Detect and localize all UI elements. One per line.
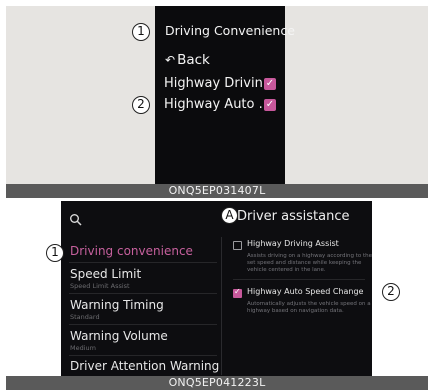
page-title: Driving Convenience xyxy=(165,23,295,38)
menu-item-highway-auto-speed[interactable]: Highway Auto ... ✓ xyxy=(155,95,285,115)
menu-item-label: Highway Auto ... xyxy=(164,97,264,112)
sidebar-item-value: Standard xyxy=(70,313,100,321)
option-description: Assists driving on a highway according t… xyxy=(247,253,372,273)
option-highway-auto-speed-change[interactable]: Highway Auto Speed Change Automatically … xyxy=(233,287,371,317)
option-description: Automatically adjusts the vehicle speed … xyxy=(247,301,371,314)
back-label: Back xyxy=(177,52,210,68)
sidebar-item-label: Speed Limit xyxy=(70,267,142,281)
checkbox-checked[interactable] xyxy=(233,287,242,298)
search-icon[interactable] xyxy=(69,213,83,227)
sidebar-item-value: Medium xyxy=(70,344,96,352)
callout-1: 1 xyxy=(46,244,64,262)
sidebar-item-driving-convenience[interactable]: Driving convenience xyxy=(70,244,193,258)
divider xyxy=(69,355,217,356)
divider xyxy=(69,324,217,325)
callout-2: 2 xyxy=(382,283,400,301)
callout-1: 1 xyxy=(132,23,150,41)
divider xyxy=(233,279,365,280)
option-label: Highway Driving Assist xyxy=(247,239,339,248)
sidebar-item-driver-attention-warning[interactable]: Driver Attention Warning xyxy=(70,359,219,373)
option-highway-driving-assist[interactable]: Highway Driving Assist Assists driving o… xyxy=(233,239,372,273)
checkbox-checked-icon[interactable]: ✓ xyxy=(264,78,276,90)
callout-a: A xyxy=(221,207,238,224)
figure-caption: ONQ5EP041223L xyxy=(6,376,428,390)
checkbox-checked-icon[interactable]: ✓ xyxy=(264,99,276,111)
sidebar-item-label: Warning Timing xyxy=(70,298,164,312)
menu-item-label: Highway Drivin... xyxy=(164,76,264,91)
callout-2: 2 xyxy=(132,96,150,114)
sidebar-item-label: Warning Volume xyxy=(70,329,168,343)
section-title: Driver assistance xyxy=(237,209,350,224)
bottom-illustration: Driving convenience Speed Limit Speed Li… xyxy=(6,201,428,377)
divider xyxy=(69,293,217,294)
return-arrow-icon: ↶ xyxy=(165,53,176,67)
sidebar-item-warning-volume[interactable]: Warning Volume Medium xyxy=(70,329,168,352)
pane-divider xyxy=(221,237,222,375)
divider xyxy=(69,262,217,263)
back-button[interactable]: ↶ Back xyxy=(165,52,210,68)
option-label: Highway Auto Speed Change xyxy=(247,287,364,296)
top-screen: Driving Convenience ↶ Back Highway Drivin… xyxy=(155,6,295,185)
menu-item-highway-driving-assist[interactable]: Highway Drivin... ✓ xyxy=(155,74,285,94)
sidebar-item-label: Driver Attention Warning xyxy=(70,359,220,373)
top-illustration: Driving Convenience ↶ Back Highway Drivin… xyxy=(6,6,428,185)
bottom-screen: Driving convenience Speed Limit Speed Li… xyxy=(61,201,372,377)
sidebar-item-speed-limit[interactable]: Speed Limit Speed Limit Assist xyxy=(70,267,141,290)
checkbox-unchecked[interactable] xyxy=(233,241,242,250)
sidebar-item-value: Speed Limit Assist xyxy=(70,282,130,290)
sidebar-item-label: Driving convenience xyxy=(70,244,193,258)
sidebar-item-warning-timing[interactable]: Warning Timing Standard xyxy=(70,298,164,321)
figure-caption: ONQ5EP031407L xyxy=(6,184,428,198)
